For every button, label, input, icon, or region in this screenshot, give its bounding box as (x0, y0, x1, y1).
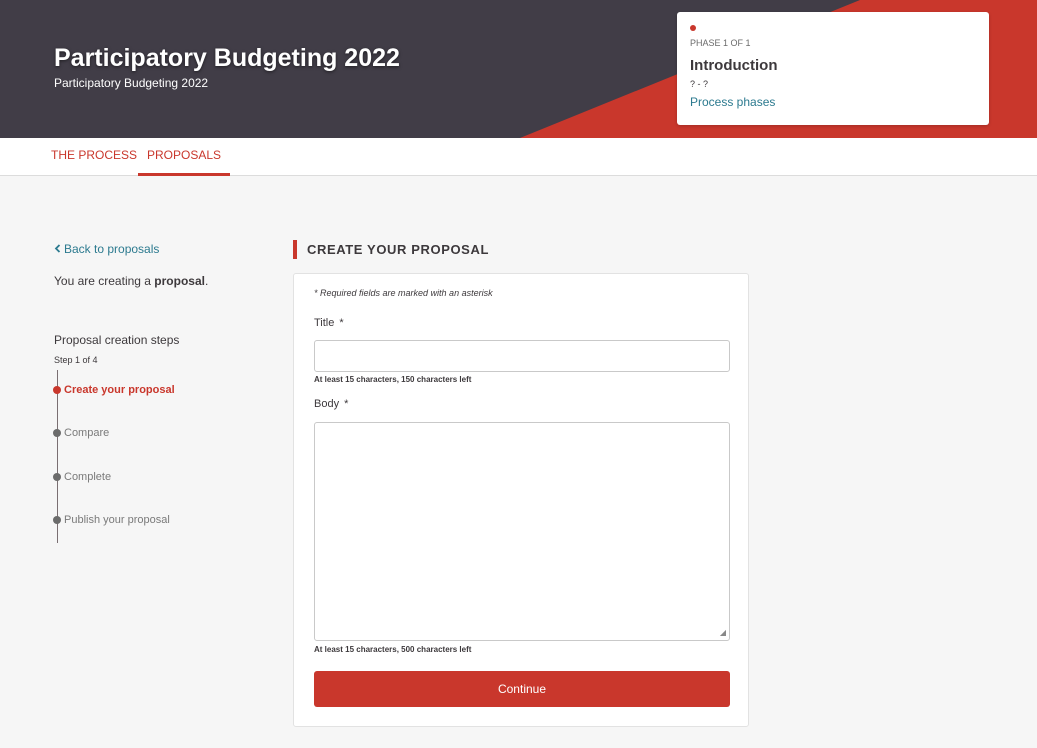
body-label-text: Body (314, 398, 340, 410)
required-fields-note: * Required fields are marked with an ast… (314, 288, 493, 298)
body-textarea[interactable]: ◢ (314, 422, 730, 641)
phase-title: Introduction (690, 57, 778, 74)
tab-proposals[interactable]: PROPOSALS (138, 138, 231, 176)
process-title: Participatory Budgeting 2022 (54, 44, 400, 72)
step-compare: Compare (53, 427, 109, 439)
back-link-label: Back to proposals (64, 242, 160, 256)
step-complete: Complete (53, 471, 111, 483)
title-label-text: Title (314, 317, 335, 329)
step-label: Complete (64, 471, 112, 483)
step-create-your-proposal: Create your proposal (53, 384, 175, 396)
process-phases-link[interactable]: Process phases (690, 95, 775, 109)
phase-dates: ? - ? (690, 79, 709, 89)
chevron-left-icon (54, 244, 61, 253)
process-subtitle: Participatory Budgeting 2022 (54, 76, 209, 90)
form-heading: CREATE YOUR PROPOSAL (293, 240, 489, 259)
creating-type: proposal (154, 274, 205, 288)
step-bullet-icon (53, 429, 61, 437)
proposal-form: * Required fields are marked with an ast… (293, 273, 749, 727)
creating-prefix: You are creating a (54, 274, 155, 288)
required-asterisk: * (339, 317, 344, 329)
phase-card: PHASE 1 OF 1 Introduction ? - ? Process … (677, 12, 989, 125)
step-bullet-icon (53, 473, 61, 481)
creating-info: You are creating a proposal. (54, 274, 208, 288)
step-bullet-icon (53, 386, 61, 394)
steps-title: Proposal creation steps (54, 333, 180, 347)
phase-counter: PHASE 1 OF 1 (690, 38, 751, 48)
title-label: Title * (314, 317, 344, 329)
required-asterisk: * (344, 398, 349, 410)
step-bullet-icon (53, 516, 61, 524)
title-input[interactable] (314, 340, 730, 372)
resize-handle-icon[interactable]: ◢ (720, 629, 726, 637)
steps-count: Step 1 of 4 (54, 355, 98, 365)
body-help-text: At least 15 characters, 500 characters l… (314, 645, 472, 654)
step-label: Create your proposal (64, 384, 175, 396)
body-label: Body * (314, 398, 348, 410)
process-tabs: THE PROCESS PROPOSALS (0, 138, 1037, 176)
step-label: Publish your proposal (64, 514, 170, 526)
title-help-text: At least 15 characters, 150 characters l… (314, 375, 472, 384)
phase-status-dot (690, 25, 696, 31)
back-to-proposals-link[interactable]: Back to proposals (54, 242, 159, 256)
creating-suffix: . (204, 274, 209, 288)
tab-the-process[interactable]: THE PROCESS (51, 138, 137, 176)
step-label: Compare (64, 427, 110, 439)
step-publish-your-proposal: Publish your proposal (53, 514, 170, 526)
continue-button[interactable]: Continue (314, 671, 730, 707)
